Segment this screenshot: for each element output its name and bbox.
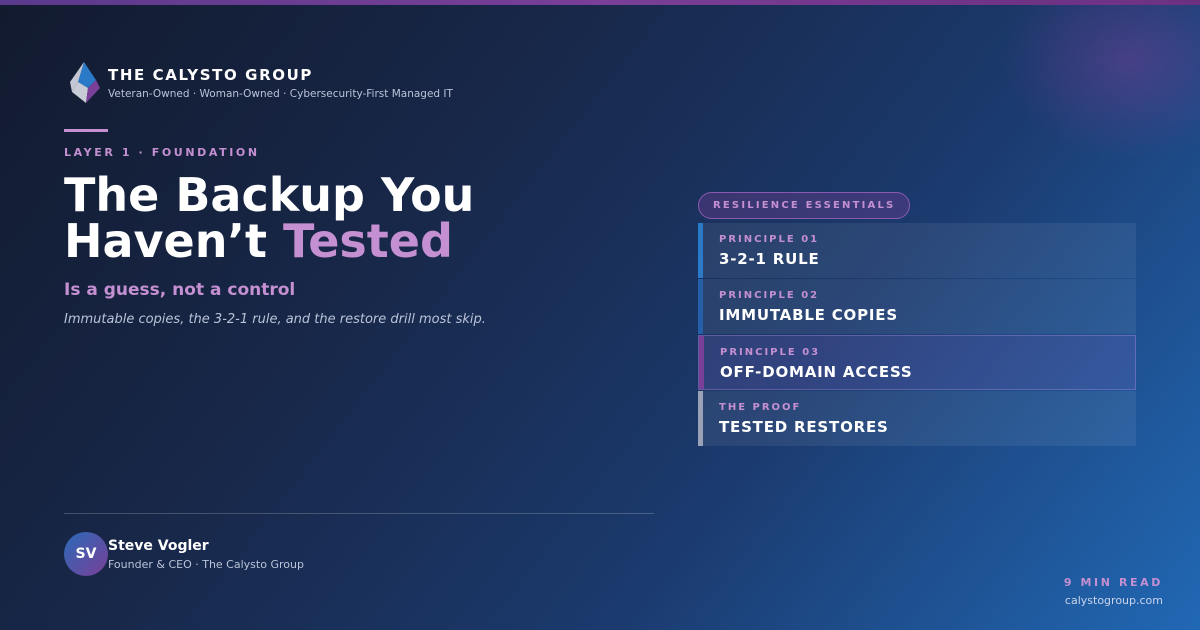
author-divider	[64, 513, 654, 514]
site-url[interactable]: calystogroup.com	[1065, 594, 1163, 607]
brand-header: THE CALYSTO GROUP Veteran-Owned · Woman-…	[66, 58, 453, 108]
principle-label: PRINCIPLE 01	[719, 234, 820, 245]
author-role: Founder & CEO · The Calysto Group	[108, 557, 304, 571]
article-eyebrow: LAYER 1 · FOUNDATION	[64, 146, 260, 159]
corner-glow	[1000, 0, 1200, 160]
principle-card-off-domain: PRINCIPLE 03 OFF-DOMAIN ACCESS	[698, 335, 1136, 390]
article-subheadline: Is a guess, not a control	[64, 280, 296, 300]
author-name: Steve Vogler	[108, 537, 209, 554]
principle-title: OFF-DOMAIN ACCESS	[720, 363, 913, 381]
principle-label: PRINCIPLE 02	[719, 290, 820, 301]
principle-title: IMMUTABLE COPIES	[719, 306, 898, 324]
principle-title: 3-2-1 RULE	[719, 250, 820, 268]
principle-accent-bar	[698, 223, 703, 278]
principle-label: THE PROOF	[719, 402, 802, 413]
article-dek: Immutable copies, the 3-2-1 rule, and th…	[64, 312, 486, 327]
avatar: SV	[64, 532, 108, 576]
principle-card-tested-restores: THE PROOF TESTED RESTORES	[698, 391, 1136, 446]
principle-card-immutable: PRINCIPLE 02 IMMUTABLE COPIES	[698, 279, 1136, 334]
brand-name: THE CALYSTO GROUP	[108, 66, 313, 84]
principle-title: TESTED RESTORES	[719, 418, 889, 436]
headline-accent-text: Tested	[282, 214, 453, 268]
resilience-essentials-badge: RESILIENCE ESSENTIALS	[698, 192, 911, 219]
calysto-logo-icon	[66, 58, 106, 108]
author-byline: SV Steve Vogler Founder & CEO · The Caly…	[64, 532, 304, 576]
read-time: 9 MIN READ	[1063, 576, 1163, 589]
brand-tagline: Veteran-Owned · Woman-Owned · Cybersecur…	[108, 88, 453, 100]
principle-label: PRINCIPLE 03	[720, 347, 821, 358]
principles-list: PRINCIPLE 01 3-2-1 RULE PRINCIPLE 02 IMM…	[698, 223, 1136, 447]
article-headline: The Backup You Haven’t Tested	[64, 172, 664, 264]
principle-accent-bar	[699, 336, 704, 389]
principle-accent-bar	[698, 391, 703, 446]
accent-divider	[64, 129, 108, 132]
principle-card-3-2-1: PRINCIPLE 01 3-2-1 RULE	[698, 223, 1136, 278]
principle-accent-bar	[698, 279, 703, 334]
